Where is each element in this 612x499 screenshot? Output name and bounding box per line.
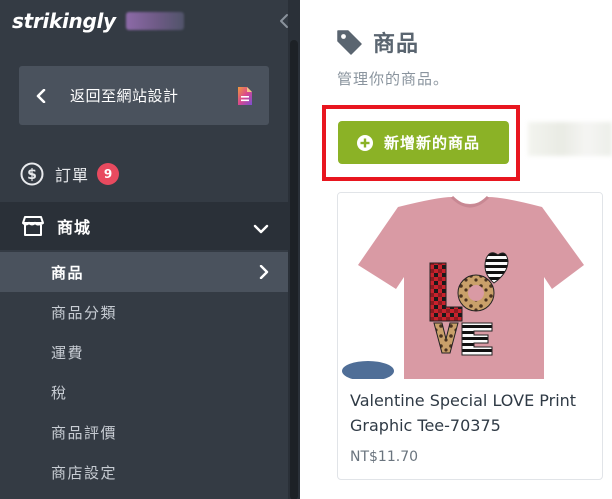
chevron-left-icon: [34, 88, 48, 103]
sidebar-item-label: 商店設定: [51, 463, 118, 482]
sidebar-item-product-reviews[interactable]: 商品評價: [0, 412, 288, 452]
page-header: 商品: [335, 26, 419, 58]
sidebar-item-label: 訂單: [55, 166, 90, 185]
product-card[interactable]: Valentine Special LOVE Print Graphic Tee…: [337, 192, 603, 480]
sidebar-item-shipping[interactable]: 運費: [0, 332, 288, 372]
redacted-area: [528, 122, 612, 156]
back-to-site-design-button[interactable]: 返回至網站設計: [19, 66, 269, 125]
add-new-product-button[interactable]: 新增新的商品: [338, 121, 509, 164]
sidebar-item-orders[interactable]: $ 訂單 9: [19, 160, 120, 188]
sidebar-item-label: 商品分類: [51, 303, 118, 322]
sidebar-item-products[interactable]: 商品: [0, 252, 288, 292]
product-image[interactable]: [338, 193, 602, 381]
product-name[interactable]: Valentine Special LOVE Print Graphic Tee…: [350, 388, 600, 438]
sidebar-item-product-categories[interactable]: 商品分類: [0, 292, 288, 332]
chevron-down-icon[interactable]: [253, 220, 269, 234]
brand[interactable]: strikingly: [12, 6, 184, 36]
plus-circle-icon: [356, 134, 374, 152]
sidebar-item-label: 商城: [57, 218, 92, 237]
page-subtitle: 管理你的商品。: [337, 70, 450, 88]
tag-icon: [335, 28, 363, 56]
sidebar-item-label: 商品: [51, 263, 85, 282]
sidebar-item-tax[interactable]: 稅: [0, 372, 288, 412]
sidebar-item-label: 商品評價: [51, 423, 118, 442]
store-submenu: 商品 商品分類 運費 稅 商品評價 商店設定: [0, 252, 288, 492]
document-icon: [237, 86, 253, 106]
sidebar: strikingly 返回至網站設計 $ 訂單 9 商城 商品 商品分類 運費 …: [0, 0, 288, 499]
chevron-left-icon[interactable]: [276, 10, 292, 32]
sidebar-item-label: 運費: [51, 343, 85, 362]
storefront-icon: [21, 215, 45, 237]
site-name-redacted: [125, 12, 184, 30]
add-new-product-label: 新增新的商品: [384, 134, 481, 152]
sidebar-item-label: 稅: [51, 383, 68, 402]
page-title: 商品: [373, 32, 420, 57]
dollar-circle-icon: $: [19, 161, 45, 187]
sidebar-item-store-settings[interactable]: 商店設定: [0, 452, 288, 492]
orders-count-badge: 9: [97, 163, 120, 185]
back-to-site-design-label: 返回至網站設計: [70, 87, 179, 105]
chevron-right-icon: [258, 264, 270, 280]
brand-logo[interactable]: strikingly: [12, 9, 116, 33]
product-price: NT$11.70: [350, 449, 419, 465]
sidebar-item-store[interactable]: 商城: [0, 202, 288, 250]
sidebar-scrollbar-thumb[interactable]: [290, 40, 298, 499]
main-content: 商品 管理你的商品。 新增新的商品 Valentine Special LOVE…: [300, 0, 612, 499]
svg-text:$: $: [27, 167, 37, 183]
